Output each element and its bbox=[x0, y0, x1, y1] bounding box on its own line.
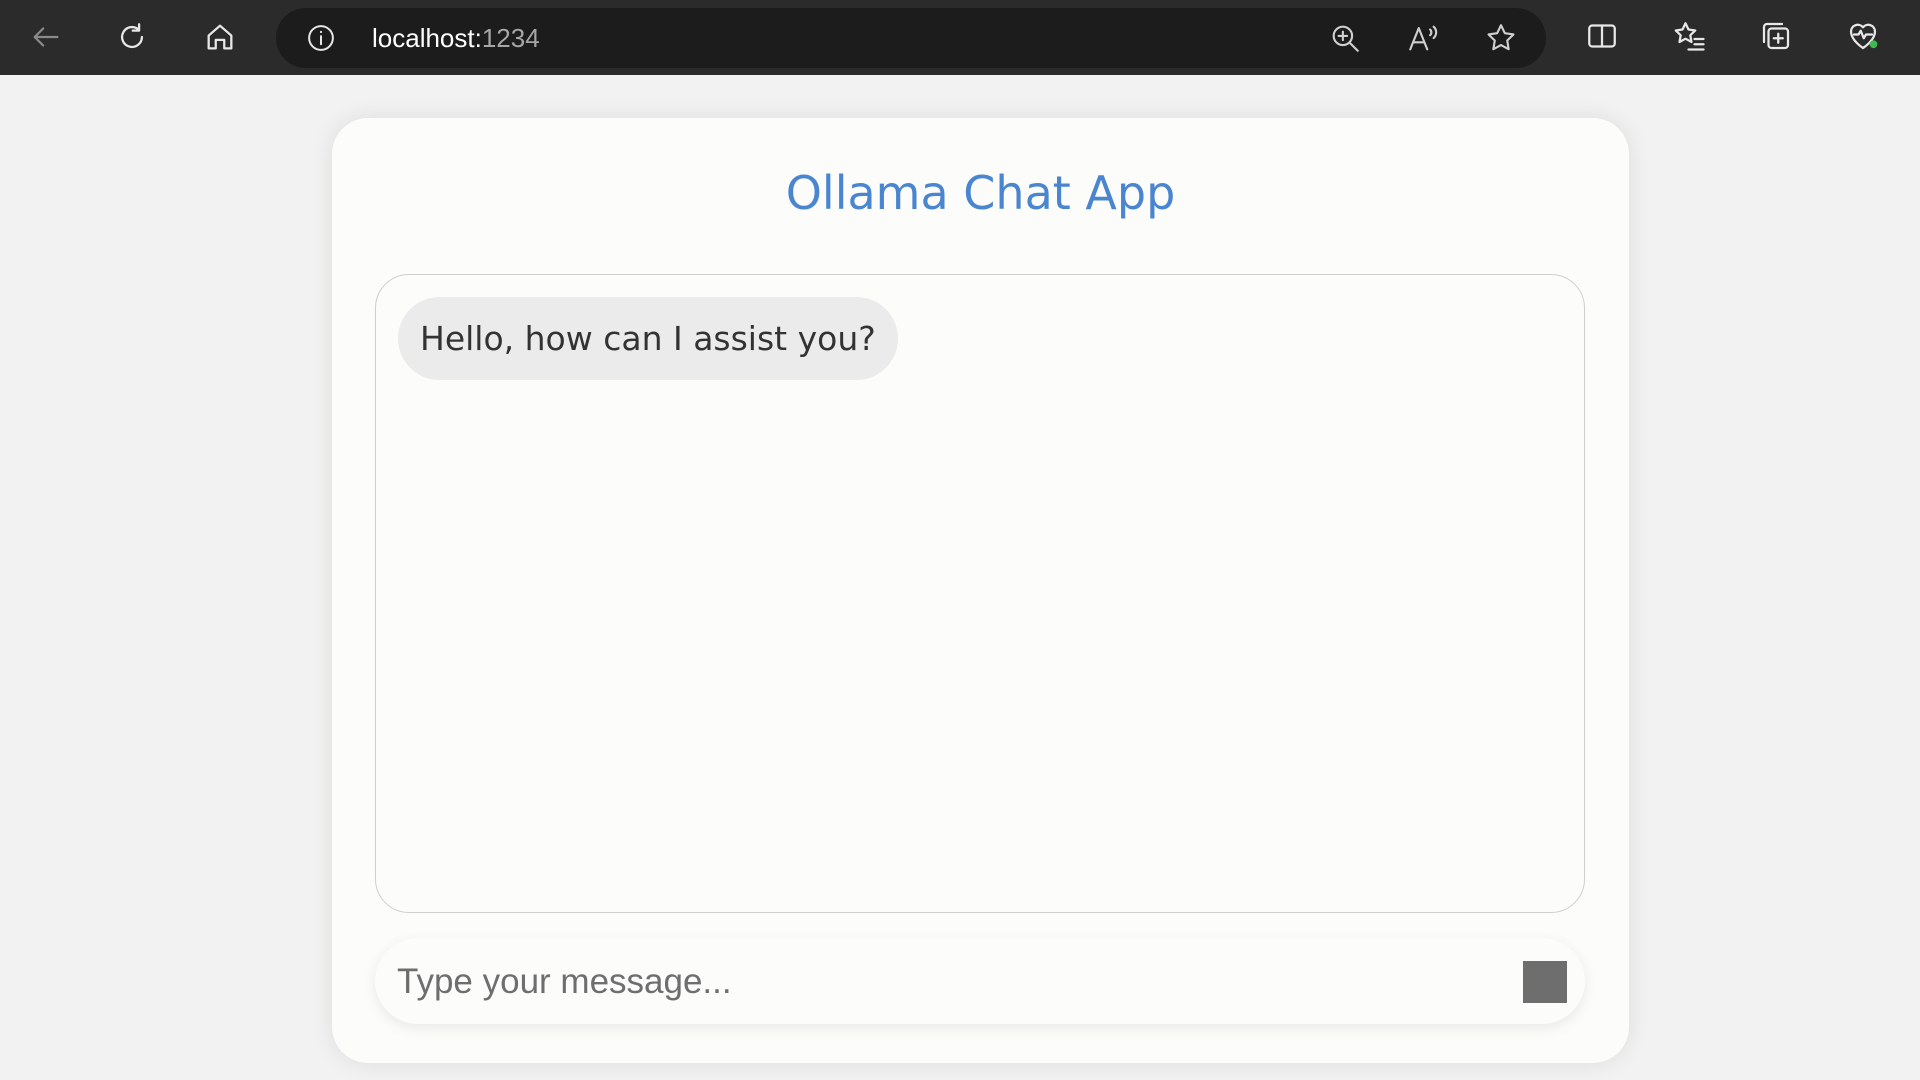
info-icon[interactable] bbox=[306, 23, 336, 53]
back-arrow-icon bbox=[33, 27, 59, 47]
message-composer bbox=[375, 938, 1585, 1024]
send-button[interactable] bbox=[1523, 961, 1567, 1003]
chat-container: Ollama Chat App Hello, how can I assist … bbox=[332, 118, 1629, 1063]
page-content: Ollama Chat App Hello, how can I assist … bbox=[0, 75, 1920, 1080]
home-button[interactable] bbox=[198, 15, 242, 59]
collections-icon[interactable] bbox=[1758, 18, 1798, 58]
url-host: localhost: bbox=[372, 23, 482, 53]
read-aloud-icon[interactable] bbox=[1406, 21, 1440, 55]
split-screen-icon[interactable] bbox=[1584, 18, 1624, 58]
back-button[interactable] bbox=[24, 15, 68, 59]
browser-essentials-icon[interactable] bbox=[1845, 18, 1885, 58]
assistant-message: Hello, how can I assist you? bbox=[398, 297, 898, 380]
messages-panel[interactable]: Hello, how can I assist you? bbox=[375, 274, 1585, 913]
refresh-button[interactable] bbox=[110, 15, 154, 59]
message-input[interactable] bbox=[395, 951, 1479, 1013]
favorite-star-icon[interactable] bbox=[1484, 21, 1518, 55]
home-icon bbox=[207, 24, 233, 50]
url-port: 1234 bbox=[481, 23, 540, 53]
refresh-icon bbox=[120, 23, 144, 49]
favorites-icon[interactable] bbox=[1672, 18, 1712, 58]
app-title: Ollama Chat App bbox=[785, 166, 1176, 220]
browser-toolbar: localhost:1234 bbox=[0, 0, 1920, 75]
url-text[interactable]: localhost:1234 bbox=[372, 22, 540, 54]
zoom-in-icon[interactable] bbox=[1328, 21, 1362, 55]
address-bar[interactable]: localhost:1234 bbox=[276, 8, 1546, 68]
